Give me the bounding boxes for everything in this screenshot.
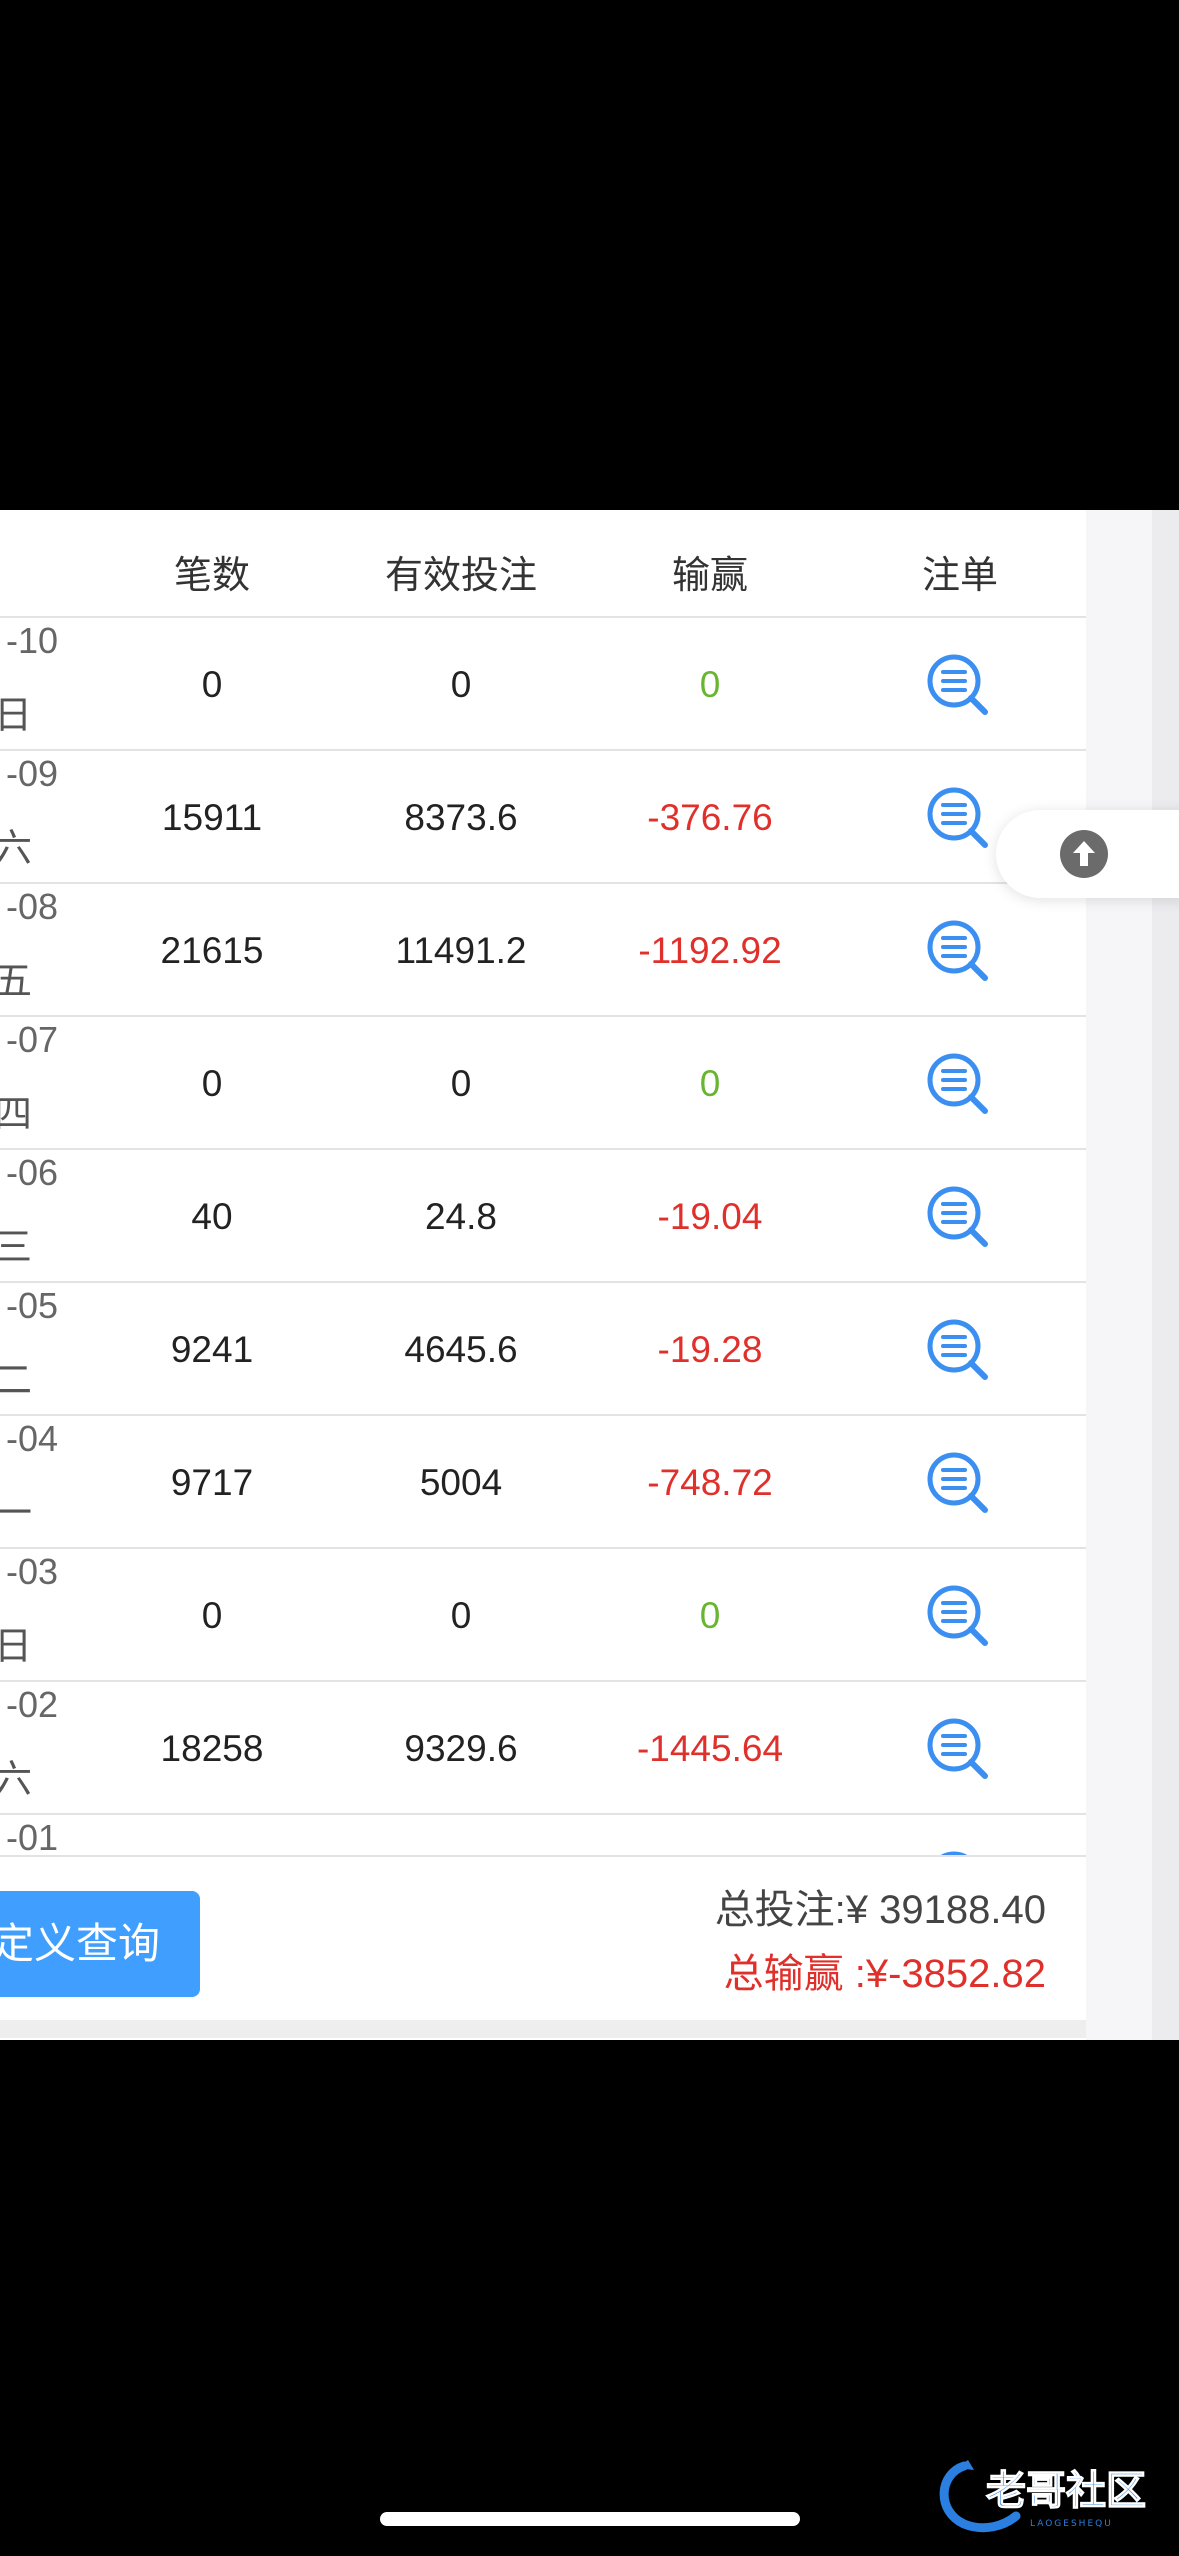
table-row: -04 一 9717 5004 -748.72 bbox=[0, 1416, 1086, 1549]
total-bet-text: 总投注:¥ 39188.40 bbox=[714, 1888, 1046, 1932]
row-date: -09 bbox=[6, 753, 59, 794]
table-row: -08 五 21615 11491.2 -1192.92 bbox=[0, 884, 1086, 1017]
header-detail: 注单 bbox=[921, 555, 998, 597]
row-weekday: 五 bbox=[0, 961, 33, 1003]
row-count: 9241 bbox=[170, 1329, 254, 1370]
footer-divider bbox=[0, 2020, 1086, 2038]
row-date: -01 bbox=[6, 1817, 59, 1855]
row-valid-bet: 5004 bbox=[419, 1462, 503, 1503]
row-win-loss: -748.72 bbox=[647, 1462, 773, 1503]
row-count: 0 bbox=[201, 1063, 223, 1104]
row-valid-bet: 11491.2 bbox=[395, 930, 527, 971]
row-count: 21615 bbox=[160, 930, 264, 971]
row-weekday: 日 bbox=[0, 1626, 33, 1668]
summary-footer: 定义查询 总投注:¥ 39188.40 总输赢 :¥-3852.82 bbox=[0, 1855, 1086, 2020]
row-weekday: 六 bbox=[0, 1759, 33, 1801]
row-weekday: 六 bbox=[0, 828, 33, 870]
search-list-icon[interactable] bbox=[925, 785, 991, 851]
row-count: 18258 bbox=[160, 1728, 264, 1769]
row-weekday: 四 bbox=[0, 1094, 33, 1136]
table-row: -05 二 9241 4645.6 -19.28 bbox=[0, 1283, 1086, 1416]
row-count: 40 bbox=[191, 1196, 233, 1237]
header-win-loss: 输赢 bbox=[671, 555, 748, 597]
row-date: -08 bbox=[6, 886, 59, 927]
table-row: -03 日 0 0 0 bbox=[0, 1549, 1086, 1682]
row-valid-bet: 4645.6 bbox=[404, 1329, 518, 1370]
table-row: -06 三 40 24.8 -19.04 bbox=[0, 1150, 1086, 1283]
table-header: 笔数 有效投注 输赢 注单 bbox=[0, 510, 1086, 618]
total-win-loss-text: 总输赢 :¥-3852.82 bbox=[723, 1952, 1046, 1996]
row-win-loss: -19.28 bbox=[657, 1329, 763, 1370]
table-row: -07 四 0 0 0 bbox=[0, 1017, 1086, 1150]
header-count: 笔数 bbox=[173, 555, 250, 597]
search-list-icon[interactable] bbox=[925, 1051, 991, 1117]
row-count: 15911 bbox=[161, 797, 263, 838]
panel-right-edge bbox=[1152, 510, 1179, 2040]
row-date: -03 bbox=[6, 1551, 59, 1592]
row-valid-bet: 9329.6 bbox=[404, 1728, 518, 1769]
table-body: -10 日 0 0 0 -09 六 15911 8373.6 -376.76 -08 五 21615 11… bbox=[0, 618, 1086, 1855]
row-date: -10 bbox=[6, 620, 59, 661]
row-date: -07 bbox=[6, 1019, 59, 1060]
row-valid-bet: 24.8 bbox=[424, 1196, 497, 1237]
row-win-loss: -1192.92 bbox=[638, 930, 782, 971]
search-list-icon[interactable] bbox=[925, 652, 991, 718]
back-to-top-button[interactable] bbox=[996, 810, 1179, 898]
report-table[interactable]: 笔数 有效投注 输赢 注单 -10 日 0 0 0 -09 六 15911 8373.6 -376… bbox=[0, 510, 1086, 1855]
search-list-icon[interactable] bbox=[925, 1583, 991, 1649]
row-win-loss: 0 bbox=[699, 664, 721, 705]
row-date: -04 bbox=[6, 1418, 59, 1459]
row-valid-bet: 0 bbox=[450, 664, 472, 705]
search-list-icon[interactable] bbox=[925, 918, 991, 984]
search-list-icon[interactable] bbox=[925, 1184, 991, 1250]
home-indicator[interactable] bbox=[380, 2512, 800, 2526]
search-list-icon[interactable] bbox=[925, 1450, 991, 1516]
row-win-loss: -19.04 bbox=[657, 1196, 763, 1237]
row-count: 9717 bbox=[170, 1462, 254, 1503]
row-win-loss: 0 bbox=[699, 1595, 721, 1636]
arrow-up-circle-icon bbox=[1060, 830, 1108, 878]
custom-query-button[interactable]: 定义查询 bbox=[0, 1891, 200, 1997]
watermark-text: 老哥社区 bbox=[986, 2468, 1146, 2514]
header-valid-bet: 有效投注 bbox=[384, 555, 537, 597]
row-win-loss: 0 bbox=[699, 1063, 721, 1104]
row-win-loss: -376.76 bbox=[647, 797, 773, 838]
row-date: -06 bbox=[6, 1152, 59, 1193]
table-row: -02 六 18258 9329.6 -1445.64 bbox=[0, 1682, 1086, 1815]
row-weekday: 日 bbox=[0, 695, 33, 737]
table-row: -01 bbox=[0, 1815, 1086, 1855]
table-row: -10 日 0 0 0 bbox=[0, 618, 1086, 751]
row-count: 0 bbox=[201, 664, 223, 705]
row-date: -02 bbox=[6, 1684, 59, 1725]
search-list-icon[interactable] bbox=[925, 1317, 991, 1383]
watermark-subtext: LAOGESHEQU bbox=[1030, 2519, 1113, 2529]
row-valid-bet: 8373.6 bbox=[404, 797, 518, 838]
row-weekday: 二 bbox=[0, 1360, 33, 1402]
table-row: -09 六 15911 8373.6 -376.76 bbox=[0, 751, 1086, 884]
row-count: 0 bbox=[201, 1595, 223, 1636]
watermark-logo: 老哥社区 LAOGESHEQU bbox=[934, 2456, 1179, 2536]
search-list-icon[interactable] bbox=[925, 1716, 991, 1782]
row-win-loss: -1445.64 bbox=[636, 1728, 784, 1769]
row-date: -05 bbox=[6, 1285, 59, 1326]
screen: 笔数 有效投注 输赢 注单 -10 日 0 0 0 -09 六 15911 8373.6 -376… bbox=[0, 0, 1179, 2556]
row-valid-bet: 0 bbox=[450, 1595, 472, 1636]
row-valid-bet: 0 bbox=[450, 1063, 472, 1104]
row-weekday: 三 bbox=[0, 1227, 33, 1269]
row-weekday: 一 bbox=[0, 1493, 33, 1535]
